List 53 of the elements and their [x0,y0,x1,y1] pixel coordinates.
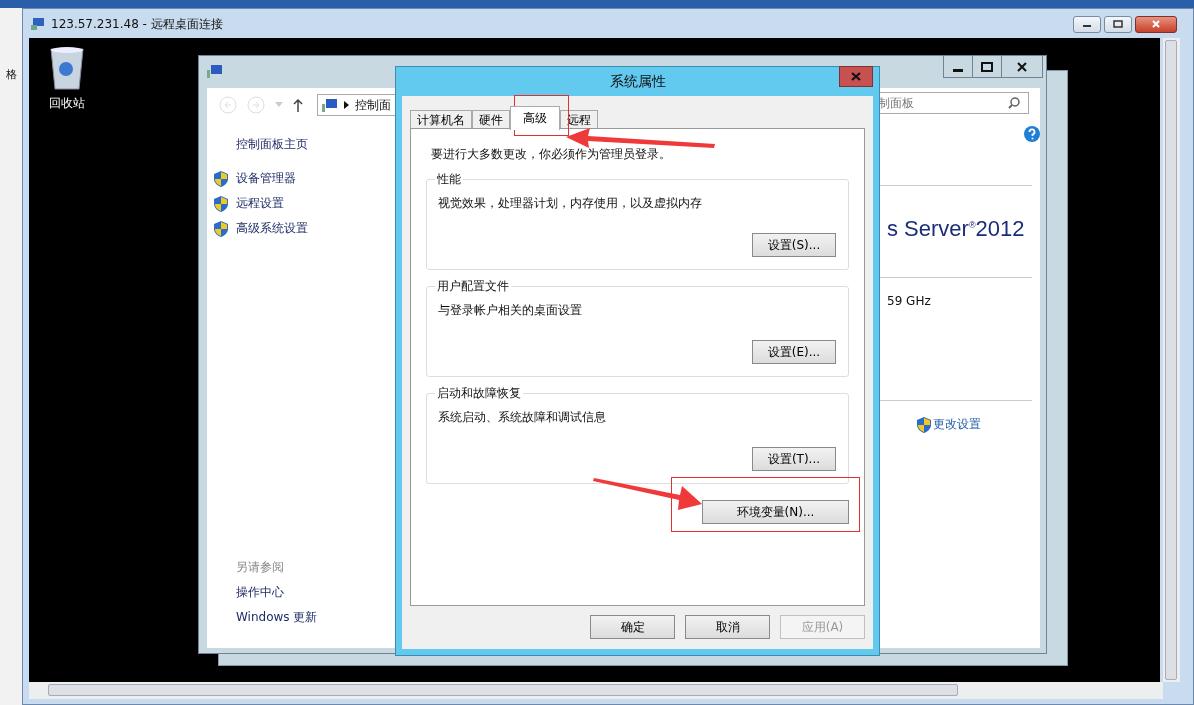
sidebar-link[interactable]: 远程设置 [236,195,284,212]
computer-icon [31,17,45,31]
up-arrow-icon[interactable] [293,98,303,112]
settings-button[interactable]: 设置(E)... [752,340,836,364]
group-title: 启动和故障恢复 [435,385,523,402]
computer-icon [207,64,223,78]
edition-logo-text: s Server$^{®}$2012 [887,216,1025,242]
window-title: 123.57.231.48 - 远程桌面连接 [51,15,223,33]
shield-icon [214,220,228,237]
see-also-link[interactable]: 操作中心 [236,584,318,601]
maximize-icon [981,61,993,72]
processor-speed: 59 GHz [887,294,931,308]
dialog-title: 系统属性 [609,72,666,91]
close-icon [1151,20,1161,28]
shield-icon [214,195,228,212]
notice-text: 要进行大多数更改，你必须作为管理员登录。 [431,146,671,163]
horizontal-scrollbar[interactable] [29,682,1163,699]
maximize-button[interactable] [1104,15,1132,33]
settings-button[interactable]: 设置(S)... [752,233,836,257]
environment-variables-button[interactable]: 环境变量(N)... [702,500,849,524]
search-icon [1008,97,1020,109]
trash-bin-icon[interactable] [49,45,85,91]
dialog-button[interactable]: 确定 [590,615,675,639]
highlight-frame [514,95,569,136]
shield-icon [214,170,228,187]
see-also-link[interactable]: Windows 更新 [236,609,318,626]
chevron-icon [344,101,349,109]
help-icon[interactable] [1024,126,1040,142]
desktop-icon-label[interactable]: 回收站 [49,95,85,112]
close-button[interactable] [1135,15,1177,33]
group-description: 视觉效果，处理器计划，内存使用，以及虚拟内存 [438,195,702,212]
change-settings-link[interactable]: 更改设置 [933,416,981,433]
settings-button[interactable]: 设置(T)... [752,447,836,471]
tab[interactable]: 高级 [510,106,560,130]
minimize-button[interactable] [1073,15,1101,33]
minimize-icon [953,68,963,72]
section-heading: 另请参阅 [236,559,285,576]
close-icon [851,72,861,81]
close-icon [1016,61,1028,72]
panel-text: 格 [6,67,17,82]
group-title: 用户配置文件 [435,278,511,295]
sidebar-link[interactable]: 设备管理器 [236,170,296,187]
shield-icon [917,416,931,433]
home-link[interactable]: 控制面板主页 [236,136,308,153]
dialog-button[interactable]: 取消 [685,615,770,639]
scroll-thumb[interactable] [48,684,958,696]
group-description: 系统启动、系统故障和调试信息 [438,409,606,426]
group-description: 与登录帐户相关的桌面设置 [438,302,582,319]
sidebar-link[interactable]: 高级系统设置 [236,220,308,237]
computer-icon [322,98,338,112]
maximize-icon [1113,20,1123,28]
close-button[interactable] [839,66,873,87]
group-title: 性能 [435,171,463,188]
